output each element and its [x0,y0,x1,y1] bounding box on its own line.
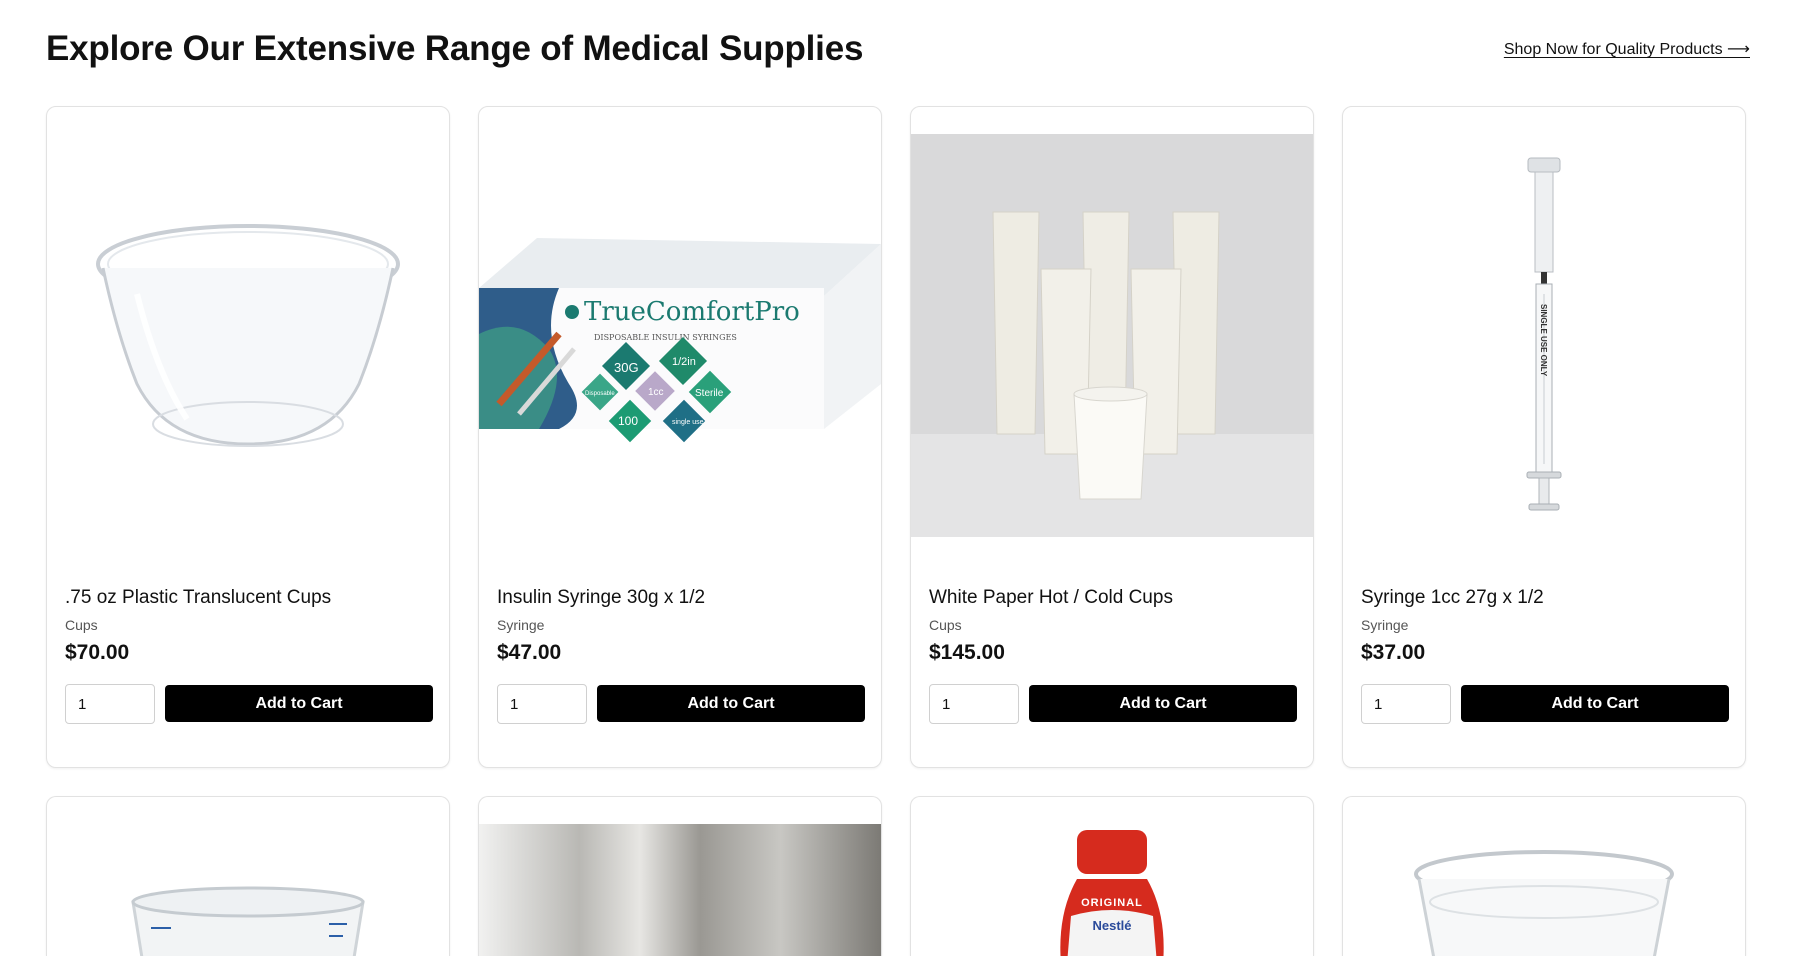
product-price: $145.00 [929,641,1005,664]
blurred-photo-icon [479,824,881,956]
box-single-use-text: single use [672,419,704,426]
graduated-cup-icon [47,824,449,956]
product-price: $47.00 [497,641,562,664]
product-card[interactable]: SINGLE USE ONLY Syringe 1cc 27g x 1/2 Sy… [1342,106,1746,768]
box-brand-text: TrueComfortPro [584,297,800,327]
syringe-icon: SINGLE USE ONLY [1343,134,1745,537]
bottle-label-text: ORIGINAL [1081,897,1143,909]
product-price: $70.00 [65,641,130,664]
product-category: Syringe [1361,617,1409,633]
add-to-cart-button[interactable]: Add to Cart [1029,685,1297,722]
blurred-photo-image[interactable] [479,824,881,956]
box-disposable-text: Disposable [585,391,615,397]
paper-cups-icon [911,134,1313,537]
nutrition-bottle-image[interactable]: ORIGINAL Nestlé [911,824,1313,956]
clear-cup-image[interactable] [1343,824,1745,956]
syringe-image[interactable]: SINGLE USE ONLY [1343,134,1745,537]
add-to-cart-button[interactable]: Add to Cart [1461,685,1729,722]
product-category: Cups [929,617,962,633]
plastic-cup-image[interactable] [47,134,449,537]
plastic-cup-icon [47,134,449,537]
box-gauge-text: 30G [614,360,639,375]
quantity-input[interactable] [929,684,1019,724]
box-sterile-text: Sterile [695,388,724,399]
product-card[interactable]: ORIGINAL Nestlé [910,796,1314,956]
box-length-text: 1/2in [672,356,696,368]
insulin-syringe-box-icon: TrueComfortPro DISPOSABLE INSULIN SYRING… [479,134,881,537]
product-name[interactable]: White Paper Hot / Cold Cups [929,587,1173,609]
product-card[interactable] [478,796,882,956]
product-card[interactable]: White Paper Hot / Cold Cups Cups $145.00… [910,106,1314,768]
product-name[interactable]: .75 oz Plastic Translucent Cups [65,587,331,609]
bottle-brand-text: Nestlé [1092,918,1131,933]
graduated-cup-image[interactable] [47,824,449,956]
product-card[interactable]: .75 oz Plastic Translucent Cups Cups $70… [46,106,450,768]
add-to-cart-button[interactable]: Add to Cart [165,685,433,722]
quantity-input[interactable] [497,684,587,724]
quantity-input[interactable] [65,684,155,724]
box-count-text: 100 [618,414,638,428]
section-header: Explore Our Extensive Range of Medical S… [46,26,1750,72]
paper-cups-image[interactable] [911,134,1313,537]
page: Explore Our Extensive Range of Medical S… [0,0,1796,956]
quantity-input[interactable] [1361,684,1451,724]
product-category: Syringe [497,617,545,633]
box-volume-text: 1cc [648,387,664,398]
add-to-cart-button[interactable]: Add to Cart [597,685,865,722]
page-title: Explore Our Extensive Range of Medical S… [46,29,864,68]
product-grid: .75 oz Plastic Translucent Cups Cups $70… [46,106,1750,956]
product-price: $37.00 [1361,641,1426,664]
insulin-syringe-box-image[interactable]: TrueComfortPro DISPOSABLE INSULIN SYRING… [479,134,881,537]
nutrition-bottle-icon: ORIGINAL Nestlé [911,824,1313,956]
product-card[interactable]: TrueComfortPro DISPOSABLE INSULIN SYRING… [478,106,882,768]
product-name[interactable]: Syringe 1cc 27g x 1/2 [1361,587,1544,609]
box-subtitle-text: DISPOSABLE INSULIN SYRINGES [594,333,737,342]
product-card[interactable] [46,796,450,956]
shop-now-link[interactable]: Shop Now for Quality Products ⟶ [1504,39,1750,59]
product-category: Cups [65,617,98,633]
syringe-label-text: SINGLE USE ONLY [1539,304,1548,377]
product-name[interactable]: Insulin Syringe 30g x 1/2 [497,587,705,609]
clear-cup-icon [1343,824,1745,956]
product-card[interactable] [1342,796,1746,956]
